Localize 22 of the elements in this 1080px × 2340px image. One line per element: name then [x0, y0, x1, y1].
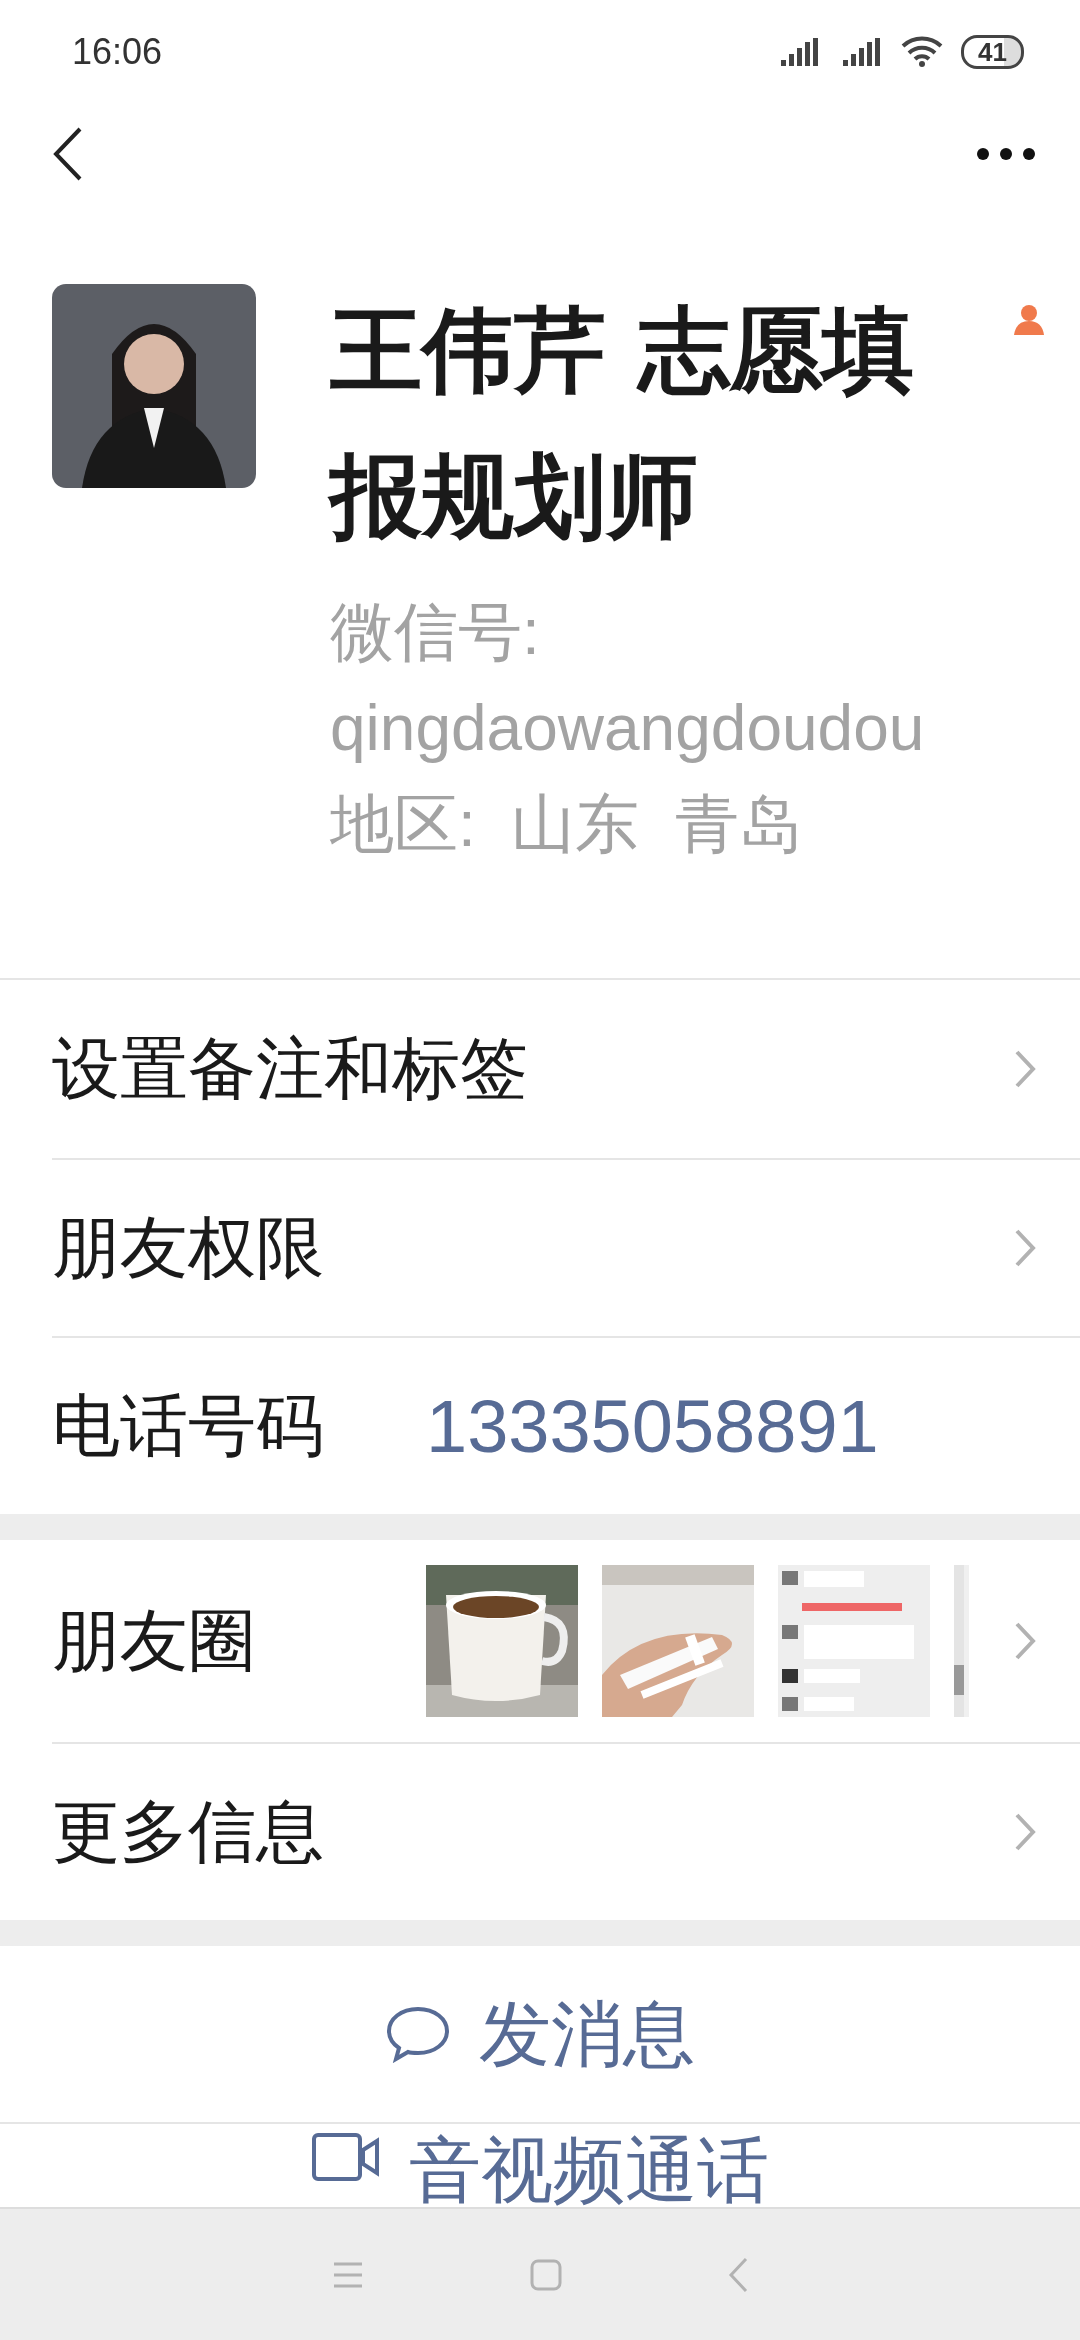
chevron-right-icon [1014, 1228, 1036, 1268]
chevron-right-icon [1014, 1621, 1036, 1661]
region-text: 地区: 山东 青岛 [330, 787, 804, 862]
row-label[interactable]: 朋友圈 [52, 1599, 426, 1683]
row-label: 电话号码 [52, 1385, 325, 1467]
phone-number[interactable]: 13335058891 [426, 1383, 879, 1469]
chevron-right-icon [1014, 1812, 1036, 1852]
wifi-icon [901, 36, 944, 68]
wechat-id: 微信号: qingdaowangdoudou [330, 595, 926, 766]
row-label[interactable]: 更多信息 [52, 1790, 426, 1874]
status-time: 16:06 [72, 31, 163, 73]
video-camera-icon [311, 2132, 381, 2182]
action-button[interactable]: 音视频通话 [0, 2122, 1080, 2207]
row-label[interactable]: 设置备注和标签 [52, 1027, 528, 1111]
battery-level: 41 [961, 35, 1024, 69]
avatar[interactable] [52, 284, 256, 488]
chevron-right-icon [1014, 1049, 1036, 1089]
more-icon[interactable] [976, 147, 1036, 161]
person-icon [1012, 302, 1046, 336]
chat-bubble-icon [385, 2005, 451, 2063]
row-label[interactable]: 朋友权限 [52, 1206, 426, 1290]
back-icon[interactable] [52, 126, 84, 182]
